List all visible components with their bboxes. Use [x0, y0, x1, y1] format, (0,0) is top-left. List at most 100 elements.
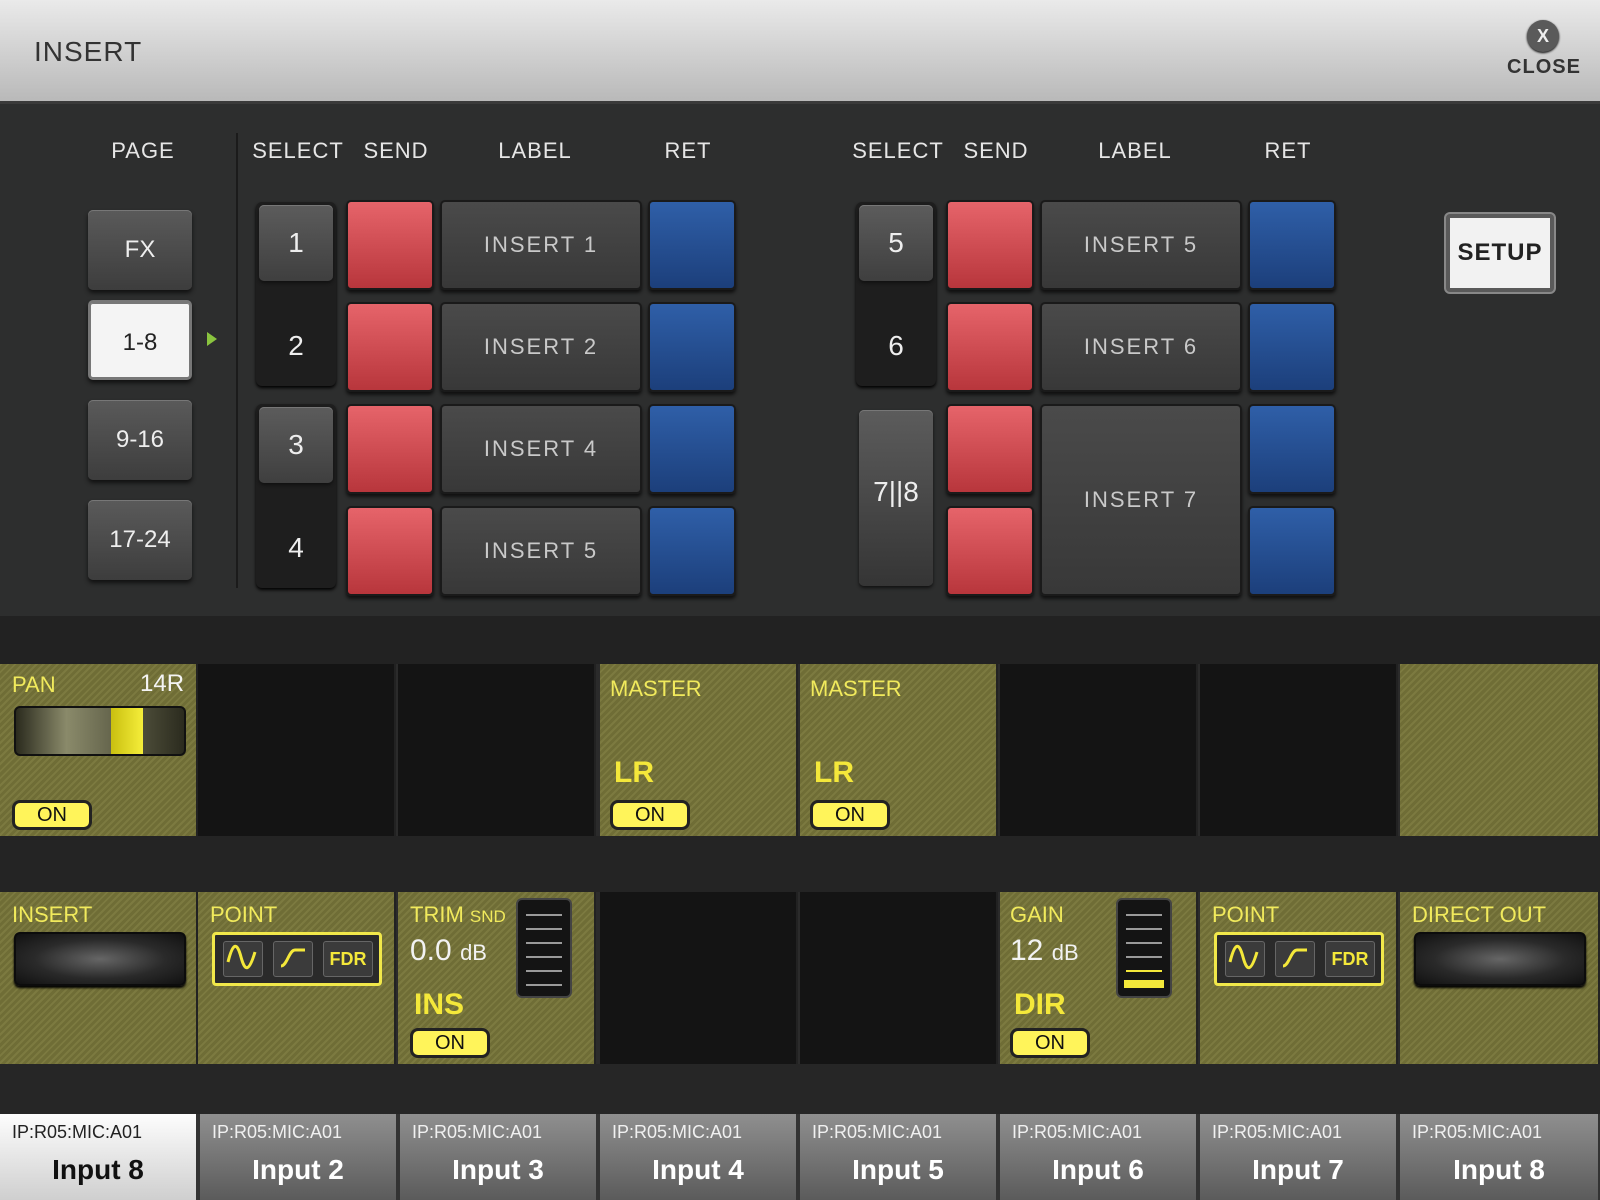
point-1-selector[interactable]: FDR — [212, 932, 382, 986]
channel-5-name: Input 5 — [852, 1154, 944, 1185]
select-4-button[interactable]: 4 — [256, 532, 336, 564]
page-title: INSERT — [34, 36, 143, 67]
page-17-24-button[interactable]: 17-24 — [88, 500, 192, 580]
insert-panel — [0, 104, 1600, 616]
ret-2-button[interactable] — [648, 302, 736, 392]
pan-strip[interactable]: PAN 14R ON — [0, 664, 198, 836]
page-1-8-button[interactable]: 1-8 — [88, 300, 192, 380]
page-fx-button[interactable]: FX — [88, 210, 192, 290]
insert-label-1-button[interactable]: INSERT 1 — [440, 200, 642, 290]
empty-strip-2 — [198, 664, 396, 836]
trim-fader[interactable] — [516, 898, 572, 998]
channel-1-name: Input 8 — [52, 1154, 144, 1185]
send-column-header-2: SEND — [963, 138, 1029, 163]
select-7-8-button[interactable]: 7||8 — [859, 410, 933, 586]
empty-strip-6 — [1000, 664, 1198, 836]
send-2-button[interactable] — [346, 302, 434, 392]
insert-label-5-button[interactable]: INSERT 5 — [1040, 200, 1242, 290]
master-2-label: MASTER — [810, 676, 902, 701]
channel-3-source: IP:R05:MIC:A01 — [412, 1122, 543, 1142]
empty-olive-strip-8 — [1400, 664, 1600, 836]
channel-5-source: IP:R05:MIC:A01 — [812, 1122, 943, 1142]
trim-on-button[interactable]: ON — [410, 1028, 490, 1058]
title-bar: INSERT X CLOSE — [0, 0, 1600, 104]
gain-fader[interactable] — [1116, 898, 1172, 998]
gain-strip[interactable]: GAIN 12 dB DIR ON — [1000, 892, 1198, 1064]
channel-5-tab[interactable]: IP:R05:MIC:A01 Input 5 — [800, 1114, 998, 1200]
pan-position-indicator — [111, 708, 143, 754]
channel-3-tab[interactable]: IP:R05:MIC:A01 Input 3 — [400, 1114, 598, 1200]
channel-8-source: IP:R05:MIC:A01 — [1412, 1122, 1543, 1142]
channel-6-source: IP:R05:MIC:A01 — [1012, 1122, 1143, 1142]
ret-4-button[interactable] — [648, 506, 736, 596]
ret-column-header-2: RET — [1264, 138, 1312, 163]
channel-2-source: IP:R05:MIC:A01 — [212, 1122, 343, 1142]
send-1-button[interactable] — [346, 200, 434, 290]
close-icon: X — [1527, 20, 1559, 52]
trim-label-sub: SND — [469, 907, 506, 926]
trim-value-unit: dB — [460, 940, 487, 965]
master-strip-1[interactable]: MASTER LR ON — [600, 664, 798, 836]
master-2-on-button[interactable]: ON — [810, 800, 890, 830]
page-9-16-button[interactable]: 9-16 — [88, 400, 192, 480]
point-2-selector[interactable]: FDR — [1214, 932, 1384, 986]
channel-4-tab[interactable]: IP:R05:MIC:A01 Input 4 — [600, 1114, 798, 1200]
send-8-button[interactable] — [946, 506, 1034, 596]
channel-8-name: Input 8 — [1453, 1154, 1545, 1185]
send-4-button[interactable] — [346, 506, 434, 596]
channel-7-tab[interactable]: IP:R05:MIC:A01 Input 7 — [1200, 1114, 1398, 1200]
channel-8-tab[interactable]: IP:R05:MIC:A01 Input 8 — [1400, 1114, 1600, 1200]
channel-row-1: PAN 14R ON MASTER LR ON MASTER LR ON — [0, 664, 1600, 836]
ret-3-button[interactable] — [648, 404, 736, 494]
point-strip-2[interactable]: POINT FDR — [1200, 892, 1398, 1064]
insert-label-2-button[interactable]: INSERT 2 — [440, 302, 642, 392]
ret-6-button[interactable] — [1248, 302, 1336, 392]
select-2-button[interactable]: 2 — [256, 330, 336, 362]
master-strip-2[interactable]: MASTER LR ON — [800, 664, 998, 836]
channel-1-tab[interactable]: IP:R05:MIC:A01 Input 8 — [0, 1114, 198, 1200]
insert-strip-plate[interactable] — [14, 932, 186, 986]
insert-label-4-button[interactable]: INSERT 5 — [440, 506, 642, 596]
send-6-button[interactable] — [946, 302, 1034, 392]
gain-value-unit: dB — [1051, 940, 1079, 965]
setup-button[interactable]: SETUP — [1446, 214, 1554, 292]
send-5-button[interactable] — [946, 200, 1034, 290]
insert-label-7-button[interactable]: INSERT 7 — [1040, 404, 1242, 596]
select-column-header-2: SELECT — [852, 138, 944, 163]
page-selected-arrow-icon — [207, 332, 217, 346]
pan-on-button[interactable]: ON — [12, 800, 92, 830]
select-1-button[interactable]: 1 — [259, 205, 333, 281]
master-1-bus: LR — [614, 756, 654, 789]
select-column-header: SELECT — [252, 138, 344, 163]
ret-5-button[interactable] — [1248, 200, 1336, 290]
insert-strip[interactable]: INSERT — [0, 892, 198, 1064]
send-7-button[interactable] — [946, 404, 1034, 494]
direct-out-plate[interactable] — [1414, 932, 1586, 986]
direct-out-strip[interactable]: DIRECT OUT — [1400, 892, 1600, 1064]
ret-8-button[interactable] — [1248, 506, 1336, 596]
channel-2-tab[interactable]: IP:R05:MIC:A01 Input 2 — [200, 1114, 398, 1200]
channel-7-name: Input 7 — [1252, 1154, 1344, 1185]
close-button[interactable]: X CLOSE — [1505, 18, 1600, 84]
gain-on-button[interactable]: ON — [1010, 1028, 1090, 1058]
trim-strip[interactable]: TRIM SND 0.0 dB INS ON — [398, 892, 596, 1064]
sine-wave-icon — [1225, 941, 1265, 977]
empty-strip-r2-5 — [800, 892, 998, 1064]
channel-6-tab[interactable]: IP:R05:MIC:A01 Input 6 — [1000, 1114, 1198, 1200]
pan-slider[interactable] — [14, 706, 186, 756]
insert-label-6-button[interactable]: INSERT 6 — [1040, 302, 1242, 392]
master-1-on-button[interactable]: ON — [610, 800, 690, 830]
pan-value: 14R — [140, 670, 185, 697]
filter-curve-icon — [273, 941, 313, 977]
fdr-chip: FDR — [323, 941, 373, 977]
select-5-button[interactable]: 5 — [859, 205, 933, 281]
send-3-button[interactable] — [346, 404, 434, 494]
ret-1-button[interactable] — [648, 200, 736, 290]
filter-curve-icon — [1275, 941, 1315, 977]
select-3-button[interactable]: 3 — [259, 407, 333, 483]
trim-label: TRIM SND — [410, 902, 506, 928]
point-strip-1[interactable]: POINT FDR — [198, 892, 396, 1064]
ret-7-button[interactable] — [1248, 404, 1336, 494]
insert-label-3-button[interactable]: INSERT 4 — [440, 404, 642, 494]
select-6-button[interactable]: 6 — [856, 330, 936, 362]
